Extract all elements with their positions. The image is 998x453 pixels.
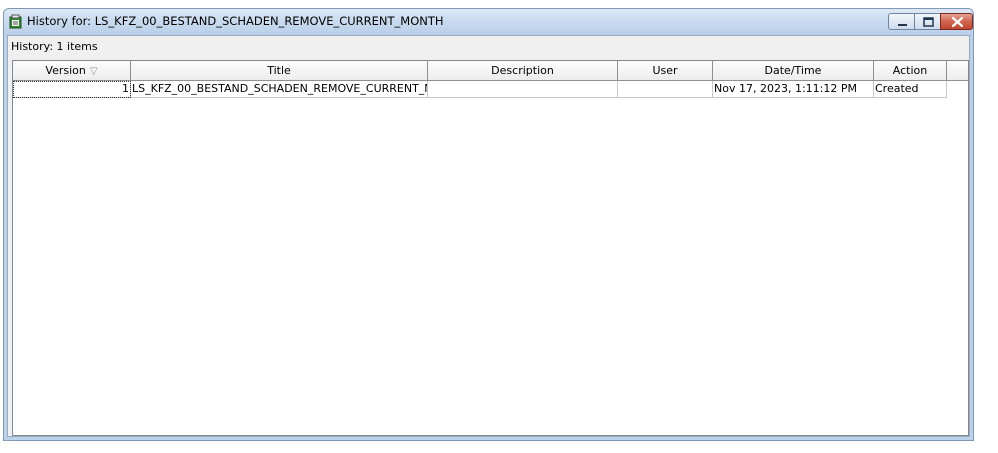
column-header-label: Action — [892, 64, 928, 77]
maximize-button[interactable] — [914, 13, 941, 30]
column-header-label: Title — [267, 64, 291, 77]
window-title: History for: LS_KFZ_00_BESTAND_SCHADEN_R… — [27, 14, 444, 28]
history-table[interactable]: Version ▽ Title Description User Date/Tim… — [12, 60, 969, 436]
column-header-action[interactable]: Action — [874, 61, 947, 81]
cell-description[interactable] — [428, 81, 618, 98]
cell-user[interactable] — [618, 81, 713, 98]
minimize-icon — [898, 24, 907, 26]
history-icon — [9, 14, 22, 29]
column-header-description[interactable]: Description — [428, 61, 618, 81]
cell-action[interactable]: Created — [874, 81, 947, 98]
history-count-label: History: 1 items — [11, 40, 98, 53]
cell-datetime[interactable]: Nov 17, 2023, 1:11:12 PM — [713, 81, 874, 98]
column-header-filler — [947, 61, 968, 81]
close-button[interactable] — [940, 13, 973, 30]
window-client-area: History: 1 items Version ▽ Title Descript… — [7, 35, 970, 437]
cell-version[interactable]: 1 — [13, 81, 131, 98]
close-icon — [951, 16, 964, 28]
column-header-datetime[interactable]: Date/Time — [713, 61, 874, 81]
column-header-label: Version — [45, 64, 86, 77]
column-header-version[interactable]: Version ▽ — [13, 61, 131, 81]
column-header-user[interactable]: User — [618, 61, 713, 81]
sort-descending-icon: ▽ — [89, 66, 98, 77]
history-window: History for: LS_KFZ_00_BESTAND_SCHADEN_R… — [3, 8, 974, 441]
minimize-button[interactable] — [888, 13, 915, 30]
column-header-label: Date/Time — [764, 64, 822, 77]
cell-title[interactable]: LS_KFZ_00_BESTAND_SCHADEN_REMOVE_CURRENT… — [131, 81, 428, 98]
maximize-icon — [923, 17, 934, 27]
title-bar[interactable]: History for: LS_KFZ_00_BESTAND_SCHADEN_R… — [4, 9, 973, 35]
column-header-label: Description — [491, 64, 554, 77]
column-header-label: User — [652, 64, 678, 77]
column-header-title[interactable]: Title — [131, 61, 428, 81]
